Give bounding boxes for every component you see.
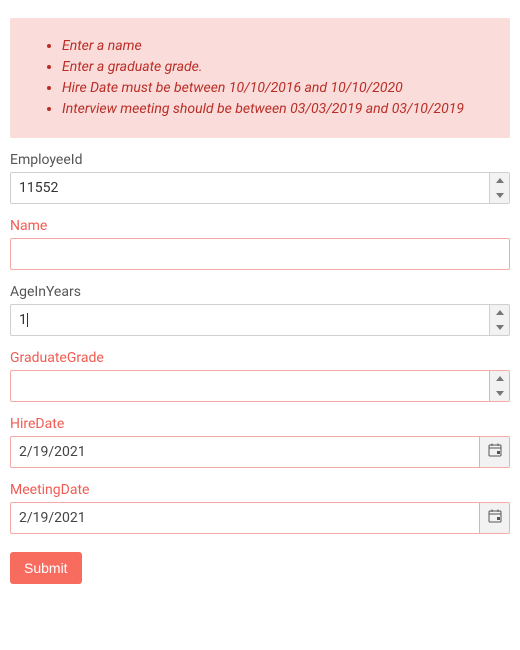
- label-hire-date: HireDate: [10, 416, 510, 432]
- chevron-down-icon: [496, 193, 504, 198]
- validation-error-list: Enter a name Enter a graduate grade. Hir…: [28, 36, 492, 120]
- field-grade: GraduateGrade: [10, 350, 510, 402]
- label-name: Name: [10, 218, 510, 234]
- spinner-up-button[interactable]: [490, 371, 509, 386]
- employee-id-input[interactable]: 11552: [10, 172, 510, 204]
- grade-spinner[interactable]: [489, 371, 509, 401]
- age-input[interactable]: 1: [10, 304, 510, 336]
- hire-date-picker-button[interactable]: [479, 437, 509, 467]
- label-employee-id: EmployeeId: [10, 152, 510, 168]
- chevron-up-icon: [496, 178, 504, 183]
- spinner-down-button[interactable]: [490, 320, 509, 335]
- meeting-date-value: 2/19/2021: [11, 503, 479, 533]
- validation-error-item: Interview meeting should be between 03/0…: [62, 99, 492, 120]
- label-grade: GraduateGrade: [10, 350, 510, 366]
- validation-error-item: Hire Date must be between 10/10/2016 and…: [62, 78, 492, 99]
- validation-error-item: Enter a graduate grade.: [62, 57, 492, 78]
- text-cursor: [27, 313, 28, 327]
- field-name: Name: [10, 218, 510, 270]
- calendar-icon: [488, 509, 502, 527]
- hire-date-input[interactable]: 2/19/2021: [10, 436, 510, 468]
- spinner-up-button[interactable]: [490, 305, 509, 320]
- meeting-date-picker-button[interactable]: [479, 503, 509, 533]
- submit-button[interactable]: Submit: [10, 552, 82, 584]
- spinner-up-button[interactable]: [490, 173, 509, 188]
- hire-date-value: 2/19/2021: [11, 437, 479, 467]
- chevron-down-icon: [496, 391, 504, 396]
- field-employee-id: EmployeeId 11552: [10, 152, 510, 204]
- field-meeting-date: MeetingDate 2/19/2021: [10, 482, 510, 534]
- chevron-up-icon: [496, 376, 504, 381]
- age-value: 1: [11, 305, 489, 335]
- label-age: AgeInYears: [10, 284, 510, 300]
- name-input[interactable]: [10, 238, 510, 270]
- chevron-down-icon: [496, 325, 504, 330]
- field-age: AgeInYears 1: [10, 284, 510, 336]
- label-meeting-date: MeetingDate: [10, 482, 510, 498]
- spinner-down-button[interactable]: [490, 188, 509, 203]
- employee-id-value: 11552: [11, 173, 489, 203]
- meeting-date-input[interactable]: 2/19/2021: [10, 502, 510, 534]
- spinner-down-button[interactable]: [490, 386, 509, 401]
- field-hire-date: HireDate 2/19/2021: [10, 416, 510, 468]
- age-spinner[interactable]: [489, 305, 509, 335]
- validation-error-item: Enter a name: [62, 36, 492, 57]
- employee-id-spinner[interactable]: [489, 173, 509, 203]
- grade-input[interactable]: [10, 370, 510, 402]
- calendar-icon: [488, 443, 502, 461]
- validation-summary: Enter a name Enter a graduate grade. Hir…: [10, 18, 510, 138]
- chevron-up-icon: [496, 310, 504, 315]
